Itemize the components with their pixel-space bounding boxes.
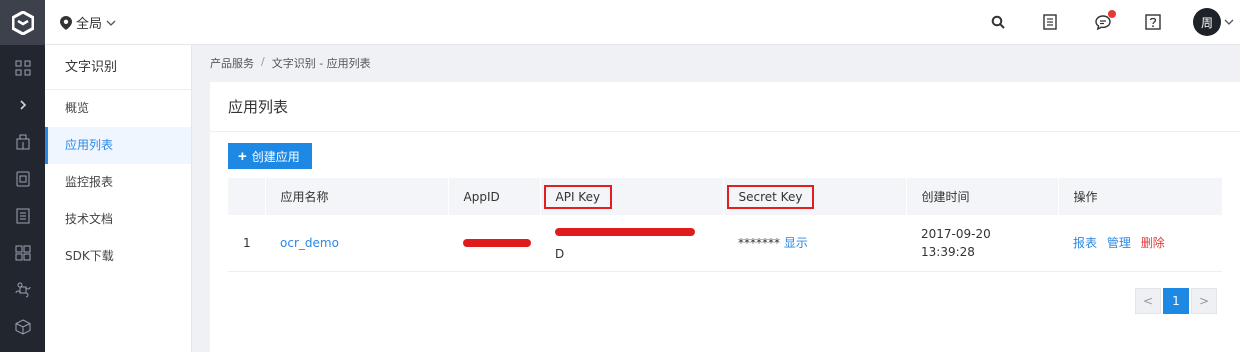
apps-icon[interactable]: [0, 234, 45, 271]
secret-masked: *******: [738, 236, 780, 251]
breadcrumb: 产品服务 / 文字识别 - 应用列表: [210, 55, 371, 71]
breadcrumb-item-products[interactable]: 产品服务: [210, 55, 254, 71]
icon-rail: [0, 0, 45, 352]
sidebar-title: 文字识别: [45, 45, 191, 90]
logo[interactable]: [0, 0, 45, 45]
user-menu[interactable]: 周: [1193, 8, 1234, 36]
col-header-secret-key: Secret Key: [722, 178, 906, 215]
breadcrumb-separator: /: [261, 55, 265, 68]
chevron-right-icon[interactable]: [0, 86, 45, 123]
api-key-cell: D: [540, 215, 723, 271]
report-link[interactable]: 报表: [1073, 236, 1097, 250]
search-icon[interactable]: [987, 11, 1009, 33]
app-name-link[interactable]: ocr_demo: [280, 236, 339, 250]
document-icon[interactable]: [0, 160, 45, 197]
region-selector[interactable]: 全局: [60, 0, 116, 45]
avatar: 周: [1193, 8, 1221, 36]
created-date: 2017-09-20: [921, 226, 991, 241]
page-title: 应用列表: [210, 82, 1240, 132]
sidebar-item-docs[interactable]: 技术文档: [45, 201, 191, 238]
api-key-tail: D: [555, 246, 565, 261]
col-header-actions: 操作: [1057, 178, 1222, 215]
page-1-button[interactable]: 1: [1163, 288, 1189, 314]
secret-key-cell: ******* 显示: [723, 215, 906, 271]
help-icon[interactable]: [1142, 11, 1164, 33]
chevron-down-icon: [1224, 19, 1234, 25]
manage-link[interactable]: 管理: [1107, 236, 1131, 250]
grid-icon[interactable]: [0, 49, 45, 86]
cube-icon[interactable]: [0, 308, 45, 345]
appid-redaction: [463, 239, 531, 248]
plus-icon: +: [238, 147, 247, 165]
breadcrumb-item-current: 文字识别 - 应用列表: [271, 57, 371, 70]
pagination: < 1 >: [1135, 288, 1217, 314]
product-sidebar: 文字识别 概览 应用列表 监控报表 技术文档 SDK下载: [45, 45, 192, 352]
app-table: 应用名称 AppID API Key Secret Key 创建时间 操作 1 …: [228, 178, 1222, 272]
create-app-button[interactable]: + 创建应用: [228, 143, 312, 169]
region-label: 全局: [76, 17, 103, 32]
notification-dot: [1108, 10, 1116, 18]
cube-logo-icon: [11, 10, 34, 35]
col-header-index: [228, 178, 265, 215]
col-header-api-key: API Key: [539, 178, 723, 215]
col-header-name: 应用名称: [264, 178, 448, 215]
workorder-icon[interactable]: [1039, 11, 1061, 33]
delete-link[interactable]: 删除: [1141, 236, 1165, 250]
table-row: 1 ocr_demo D ******* 显示 2017-09-20 13:39…: [228, 215, 1222, 271]
prev-page-button[interactable]: <: [1135, 288, 1161, 314]
api-key-highlight-box: API Key: [543, 184, 613, 209]
next-page-button[interactable]: >: [1191, 288, 1217, 314]
row-index: 1: [243, 235, 251, 250]
create-app-label: 创建应用: [251, 149, 300, 164]
command-icon[interactable]: [0, 271, 45, 308]
sidebar-item-overview[interactable]: 概览: [45, 90, 191, 127]
api-key-redaction: [555, 228, 695, 237]
chevron-down-icon: [106, 20, 116, 26]
actions-cell: 报表 管理 删除: [1058, 215, 1222, 271]
top-bar: 全局 周: [45, 0, 1240, 45]
created-cell: 2017-09-20 13:39:28: [906, 215, 1058, 271]
sidebar-item-monitoring[interactable]: 监控报表: [45, 164, 191, 201]
secret-key-highlight-box: Secret Key: [726, 184, 815, 209]
database-icon[interactable]: [0, 197, 45, 234]
col-header-created: 创建时间: [905, 178, 1058, 215]
sidebar-item-app-list[interactable]: 应用列表: [45, 127, 191, 164]
building-icon[interactable]: [0, 123, 45, 160]
show-secret-link[interactable]: 显示: [784, 236, 808, 250]
sidebar-item-sdk[interactable]: SDK下载: [45, 238, 191, 275]
table-header-row: 应用名称 AppID API Key Secret Key 创建时间 操作: [228, 178, 1222, 215]
message-icon[interactable]: [1092, 10, 1116, 33]
created-time: 13:39:28: [921, 244, 975, 259]
col-header-appid: AppID: [447, 178, 540, 215]
main-panel: 应用列表 + 创建应用 应用名称 AppID API Key Secret Ke…: [210, 82, 1240, 352]
location-pin-icon: [60, 15, 72, 30]
